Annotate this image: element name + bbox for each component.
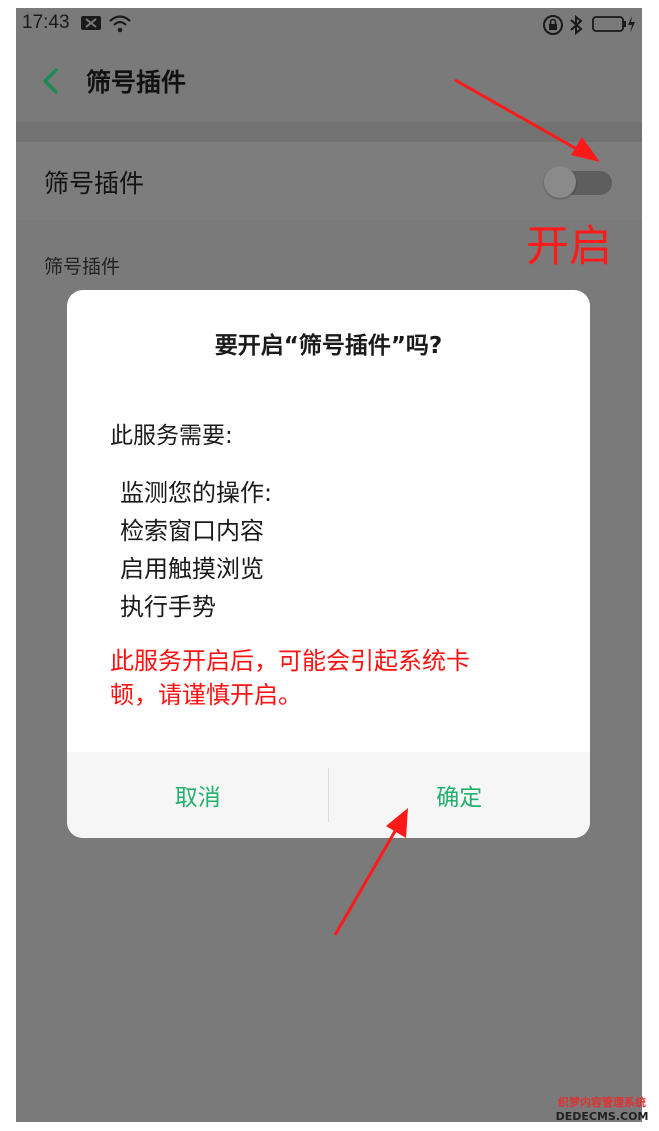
battery-charging-icon — [592, 16, 635, 33]
setting-row-label: 筛号插件 — [44, 169, 145, 198]
permission-item: 监测您的操作: — [120, 479, 273, 507]
page-title: 筛号插件 — [86, 68, 187, 97]
plugin-toggle-switch[interactable] — [542, 166, 614, 198]
warning-line: 顿，请谨慎开启。 — [110, 681, 302, 709]
status-time: 17:43 — [22, 12, 70, 33]
bluetooth-icon — [570, 14, 583, 36]
section-label: 筛号插件 — [44, 256, 121, 278]
status-bar: 17:43 — [16, 8, 642, 40]
rotation-lock-icon — [543, 15, 563, 35]
watermark-line: 织梦内容管理系统 — [558, 1096, 646, 1109]
app-bar: 筛号插件 — [16, 40, 642, 122]
dialog-button-bar: 取消 确定 — [67, 752, 590, 838]
permission-item: 启用触摸浏览 — [120, 555, 264, 583]
warning-line: 此服务开启后，可能会引起系统卡 — [110, 647, 470, 675]
dialog-title: 要开启“筛号插件”吗? — [214, 333, 443, 359]
dialog-warning: 此服务开启后，可能会引起系统卡 顿，请谨慎开启。 — [110, 644, 540, 712]
permission-item: 执行手势 — [120, 593, 216, 621]
enable-service-dialog: 要开启“筛号插件”吗? 此服务需要: 监测您的操作: 检索窗口内容 启用触摸浏览… — [67, 290, 590, 838]
dialog-intro: 此服务需要: — [110, 423, 233, 449]
notification-icon — [81, 16, 101, 30]
toggle-knob — [544, 166, 576, 198]
phone-screen: 17:43 筛号插件 筛号插件 筛号插件 要开启“筛号插件”吗? 此服务需要: … — [16, 8, 642, 1122]
confirm-button[interactable]: 确定 — [329, 752, 591, 838]
section-divider — [16, 122, 642, 142]
permission-item: 检索窗口内容 — [120, 517, 264, 545]
watermark-line: DEDECMS.COM — [555, 1110, 649, 1123]
annotation-label: 开启 — [526, 222, 612, 272]
back-arrow-icon[interactable] — [38, 66, 66, 96]
cancel-button[interactable]: 取消 — [67, 752, 329, 838]
plugin-setting-row[interactable]: 筛号插件 — [16, 142, 642, 220]
watermark-logo: 织梦内容管理系统 DEDECMS.COM — [548, 1096, 656, 1128]
wifi-icon — [109, 15, 131, 33]
